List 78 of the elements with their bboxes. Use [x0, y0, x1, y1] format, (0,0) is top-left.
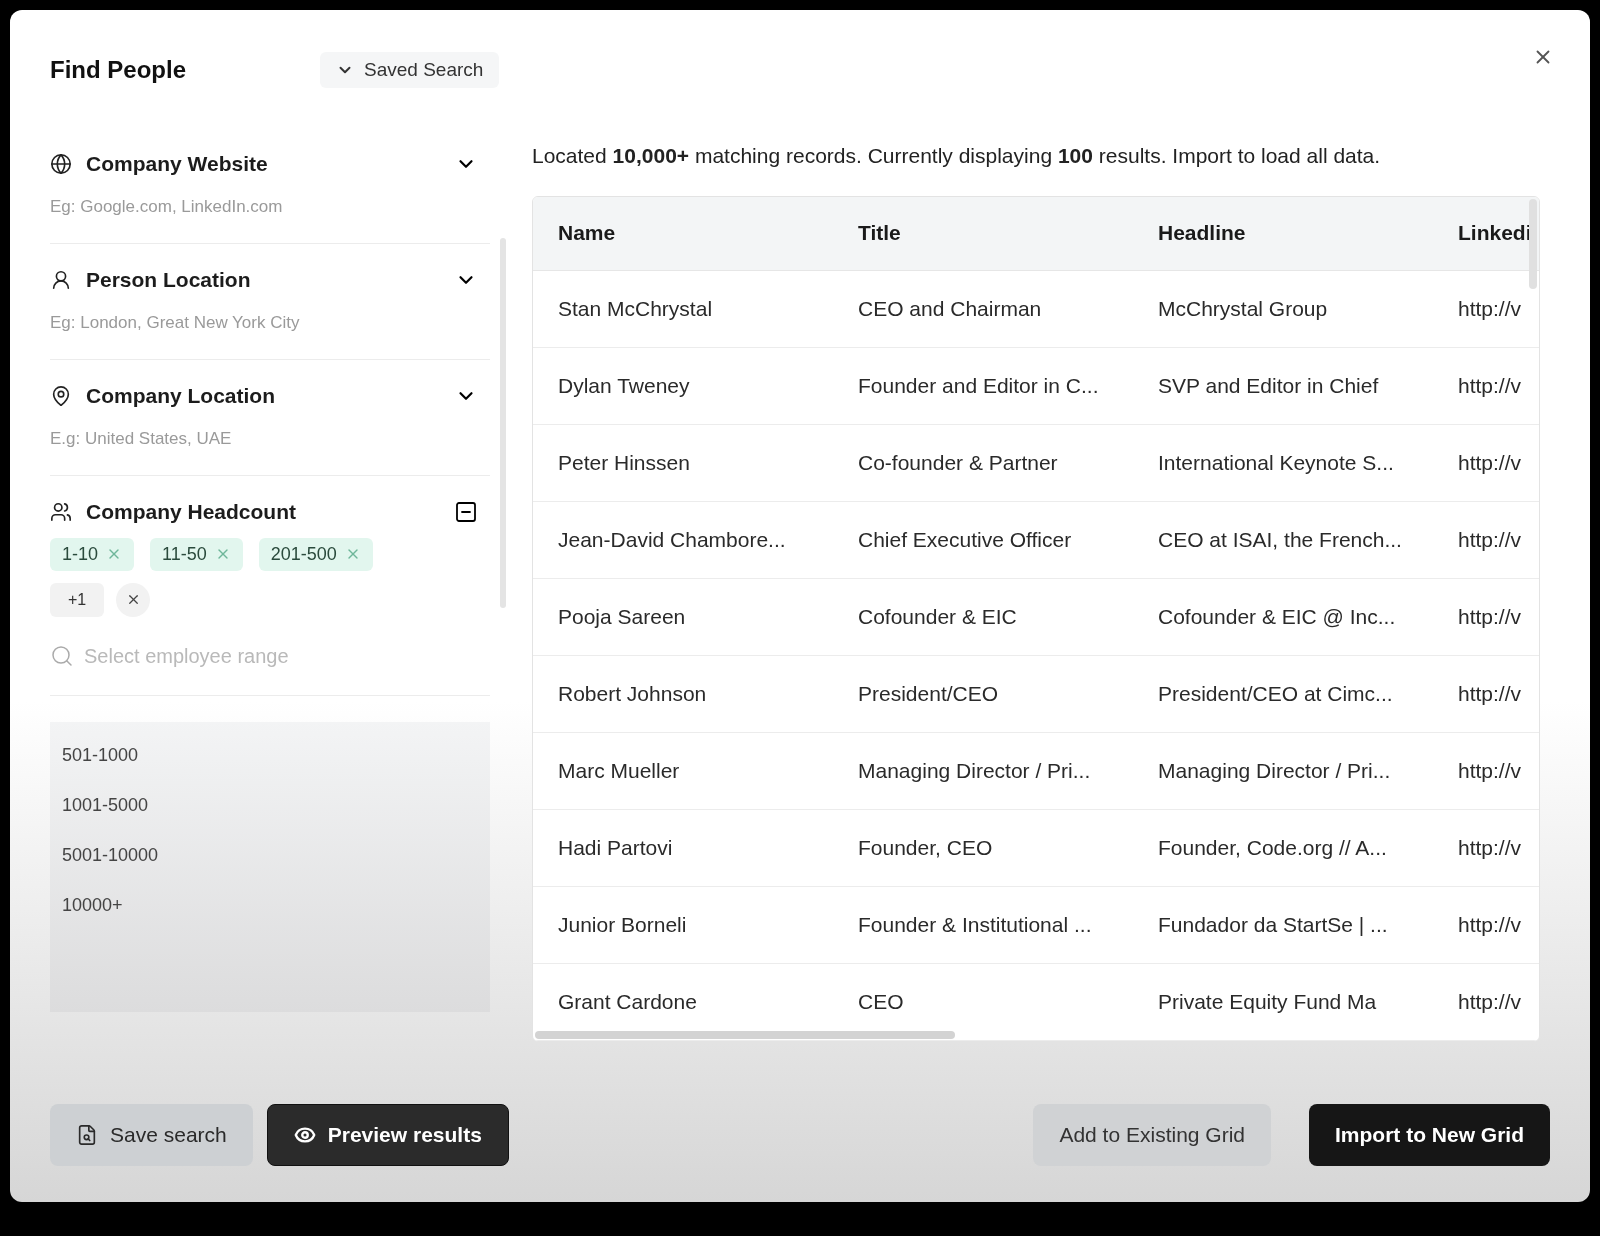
- filter-hint: Eg: London, Great New York City: [50, 311, 301, 334]
- table-cell-text: http://v: [1457, 911, 1523, 938]
- vertical-scrollbar[interactable]: [1529, 198, 1537, 289]
- column-header: Headline: [1157, 220, 1247, 247]
- table-cell-text: http://v: [1457, 372, 1523, 399]
- table-cell-text: President/CEO at Cimc...: [1157, 680, 1394, 707]
- table-cell-text: Grant Cardone: [557, 988, 698, 1015]
- table-cell-text: President/CEO: [857, 680, 1000, 707]
- column-header: Title: [857, 220, 902, 247]
- filter-label: Company Website: [86, 151, 269, 177]
- range-tag: 11-50: [150, 537, 243, 571]
- globe-icon: [50, 152, 72, 175]
- action-button[interactable]: Preview results: [266, 1104, 509, 1166]
- table-cell-text: http://v: [1457, 988, 1523, 1015]
- range-tag: 201-500: [258, 537, 373, 571]
- table-cell-text: CEO at ISAI, the French...: [1157, 526, 1403, 553]
- option-item[interactable]: 1001-5000: [62, 791, 478, 819]
- table-cell-text: http://v: [1457, 526, 1523, 553]
- scrollbar[interactable]: [500, 238, 506, 608]
- table-cell-text: http://v: [1457, 757, 1523, 784]
- table-cell-text: Cofounder & EIC @ Inc...: [1157, 603, 1397, 630]
- filter-hint: Eg: Google.com, LinkedIn.com: [50, 195, 284, 218]
- map-pin-icon: [50, 384, 72, 407]
- collapse-icon: [454, 499, 478, 524]
- users-icon: [50, 500, 72, 523]
- table-cell-text: Hadi Partovi: [557, 834, 674, 861]
- table-cell-text: Founder & Institutional ...: [857, 911, 1093, 938]
- table-cell-text: CEO and Chairman: [857, 295, 1043, 322]
- horizontal-scrollbar[interactable]: [535, 1030, 955, 1039]
- column-header: Linkedi: [1457, 220, 1533, 247]
- filter-label: Company Headcount: [86, 499, 298, 525]
- clear-button[interactable]: [116, 582, 151, 617]
- file-search-icon: [76, 1124, 98, 1146]
- table-cell-text: Cofounder & EIC: [857, 603, 1018, 630]
- filter-hint: E.g: United States, UAE: [50, 427, 233, 450]
- table-cell-text: Co-founder & Partner: [857, 449, 1059, 476]
- table-cell-text: Marc Mueller: [557, 757, 681, 784]
- table-cell-text: Junior Borneli: [557, 911, 688, 938]
- filter-label: Company Location: [86, 383, 276, 409]
- saved-search-button[interactable]: Saved Search: [320, 52, 500, 88]
- filter-label: Person Location: [86, 267, 252, 293]
- table-cell-text: International Keynote S...: [1157, 449, 1395, 476]
- action-button[interactable]: Add to Existing Grid: [1033, 1104, 1271, 1166]
- table-cell-text: Managing Director / Pri...: [1157, 757, 1392, 784]
- option-item[interactable]: 501-1000: [62, 741, 478, 769]
- table-cell-text: Founder, Code.org // A...: [1157, 834, 1388, 861]
- table-cell-text: Pooja Sareen: [557, 603, 687, 630]
- table-cell-text: Chief Executive Officer: [857, 526, 1073, 553]
- option-item[interactable]: 10000+: [62, 891, 478, 919]
- table-cell-text: http://v: [1457, 449, 1523, 476]
- column-header: Name: [557, 220, 617, 247]
- table-cell-text: http://v: [1457, 680, 1523, 707]
- range-tag: 1-10: [50, 537, 135, 571]
- action-button[interactable]: Import to New Grid: [1309, 1104, 1550, 1166]
- table-cell-text: http://v: [1457, 295, 1523, 322]
- table-cell-text: Jean-David Chambore...: [557, 526, 787, 553]
- table-cell-text: http://v: [1457, 603, 1523, 630]
- table-cell-text: Private Equity Fund Ma: [1157, 988, 1378, 1015]
- search-icon: [50, 643, 74, 668]
- table-cell-text: Fundador da StartSe | ...: [1157, 911, 1389, 938]
- option-item[interactable]: 5001-10000: [62, 841, 478, 869]
- table-cell-text: SVP and Editor in Chief: [1157, 372, 1380, 399]
- table-cell-text: Dylan Tweney: [557, 372, 691, 399]
- table-cell-text: Stan McChrystal: [557, 295, 714, 322]
- table-cell-text: Peter Hinssen: [557, 449, 691, 476]
- table-cell-text: CEO: [857, 988, 905, 1015]
- table-cell-text: Founder, CEO: [857, 834, 994, 861]
- table-cell-text: McChrystal Group: [1157, 295, 1329, 322]
- search-field[interactable]: Select employee range: [84, 640, 444, 671]
- more-tag[interactable]: +1: [50, 582, 105, 617]
- eye-icon: [293, 1124, 316, 1146]
- action-button[interactable]: Save search: [50, 1104, 253, 1166]
- results-summary: Located 10,000+ matching records. Currently displaying 100 results. Import to load all data.: [532, 143, 1382, 169]
- table-cell-text: Founder and Editor in C...: [857, 372, 1100, 399]
- table-cell-text: Robert Johnson: [557, 680, 708, 707]
- table-cell-text: http://v: [1457, 834, 1523, 861]
- dialog-title: Find People: [50, 55, 187, 85]
- table-cell-text: Managing Director / Pri...: [857, 757, 1092, 784]
